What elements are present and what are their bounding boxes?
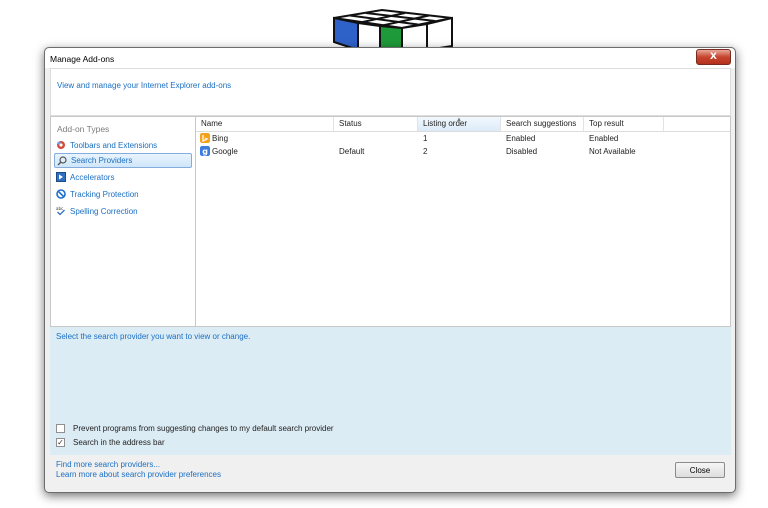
column-header-status[interactable]: Status [334,117,418,131]
title-bar: Manage Add-ons X [45,48,735,68]
search-address-bar-checkbox[interactable]: ✓ [56,438,65,447]
learn-more-preferences-link[interactable]: Learn more about search provider prefere… [56,470,221,479]
no-entry-icon [56,189,66,199]
sidebar-item-label: Search Providers [71,156,133,165]
sidebar-item-label: Toolbars and Extensions [70,141,158,150]
sidebar-item-spelling-correction[interactable]: abc Spelling Correction [54,204,192,219]
close-icon: X [710,52,717,62]
checkbox-label: Prevent programs from suggesting changes… [73,424,334,433]
cell-name: Bing [212,134,229,143]
details-panel: Select the search provider you want to v… [50,327,731,455]
search-providers-list: Name Status Listing order ▲ Search sugge… [196,117,730,326]
gear-icon [57,141,65,149]
sidebar-heading: Add-on Types [57,124,110,134]
header-description-link[interactable]: View and manage your Internet Explorer a… [57,81,231,90]
window-title: Manage Add-ons [50,54,115,64]
main-panel: Add-on Types Toolbars and Extensions Sea… [50,116,731,327]
column-header-top-result[interactable]: Top result [584,117,664,131]
table-row[interactable]: Bing 1 Enabled Enabled [196,132,730,145]
column-header-listing-order[interactable]: Listing order ▲ [418,117,501,131]
sidebar-item-tracking-protection[interactable]: Tracking Protection [54,187,192,202]
accelerator-icon [56,172,66,182]
list-header: Name Status Listing order ▲ Search sugge… [196,117,730,132]
svg-text:abc: abc [56,206,63,211]
cell-listing-order: 1 [423,134,428,143]
find-more-providers-link[interactable]: Find more search providers... [56,460,160,469]
cell-top-result: Enabled [589,134,619,143]
header-panel: View and manage your Internet Explorer a… [50,68,731,116]
sidebar-item-accelerators[interactable]: Accelerators [54,170,192,185]
checkbox-label: Search in the address bar [73,438,165,447]
cell-listing-order: 2 [423,147,428,156]
sidebar-item-label: Tracking Protection [70,190,139,199]
table-row[interactable]: g Google Default 2 Disabled Not Availabl… [196,145,730,158]
close-button[interactable]: Close [675,462,725,478]
cell-status: Default [339,147,365,156]
details-hint-text: Select the search provider you want to v… [56,332,251,341]
footer: Find more search providers... Learn more… [50,455,731,486]
addon-types-sidebar: Add-on Types Toolbars and Extensions Sea… [51,117,196,326]
cell-top-result: Not Available [589,147,636,156]
magnifier-icon [57,156,67,166]
sort-ascending-icon: ▲ [456,117,462,123]
manage-addons-window: Manage Add-ons X View and manage your In… [44,47,736,493]
window-close-button[interactable]: X [696,49,731,65]
sidebar-item-label: Accelerators [70,173,115,182]
column-header-search-suggestions[interactable]: Search suggestions [501,117,584,131]
cell-search-suggestions: Disabled [506,147,538,156]
cell-search-suggestions: Enabled [506,134,536,143]
spelling-check-icon: abc [56,206,65,216]
sidebar-item-label: Spelling Correction [70,207,138,216]
sidebar-item-toolbars[interactable]: Toolbars and Extensions [54,138,192,153]
cell-status [334,132,339,145]
prevent-changes-checkbox[interactable] [56,424,65,433]
cell-name: Google [212,147,238,156]
column-header-name[interactable]: Name [196,117,334,131]
sidebar-item-search-providers[interactable]: Search Providers [54,153,192,168]
